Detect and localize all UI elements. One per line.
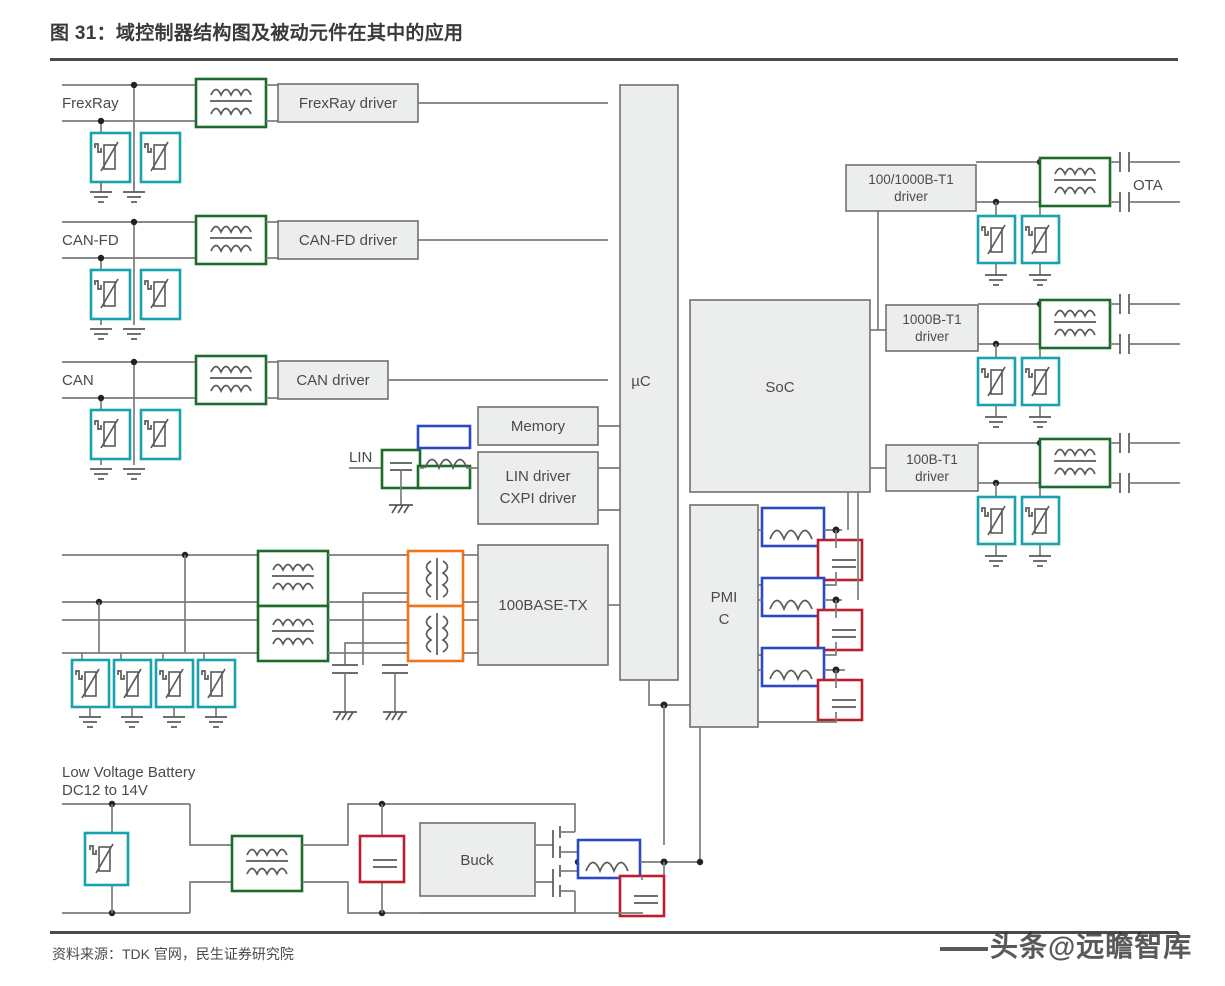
block-label-canfd-driver: CAN-FD driver [299,232,397,249]
block-mcu-group: µC [619,84,690,845]
block-label-buck: Buck [460,852,494,869]
block-label-mcu: µC [631,373,651,390]
block-label-can-driver: CAN driver [296,372,369,389]
common-mode-choke-box [256,604,330,663]
block-label-100bt1-line2: driver [915,469,949,484]
capacitor-box [358,834,406,884]
block-label-memory: Memory [511,418,566,435]
link-100bt1: 100B-T1 driver [885,433,1180,567]
inductor-box-empty [416,424,472,450]
block-label-cxpi-driver: CXPI driver [500,490,577,507]
block-pmic-group: PMI C [689,492,864,728]
block-label-lin-driver: LIN driver [505,468,570,485]
pulse-transformer-box [406,549,465,608]
block-label-frexray-driver: FrexRay driver [299,95,397,112]
bus-label-frexray: FrexRay [62,95,119,112]
bus-label-lin: LIN [349,449,372,466]
block-label-1000bt1-line2: driver [915,329,949,344]
common-mode-choke-box [194,354,268,406]
power-inductor-box [760,646,826,688]
choke-box-empty [416,464,472,490]
common-mode-choke-box [194,77,268,129]
common-mode-choke-box [256,549,330,608]
bus-frexray: FrexRay FrexRay driver [62,77,608,203]
block-label-100bt1-line1: 100B-T1 [906,452,958,467]
figure-page: 图 31：域控制器结构图及被动元件在其中的应用 资料来源：TDK 官网，民生证券… [0,0,1225,986]
power-inductor-box [760,576,826,618]
block-soc-group: SoC [689,189,886,493]
block-soc [689,299,871,493]
link-100-1000bt1: 100/1000B-T1 driver OTA [845,152,1180,286]
common-mode-choke-box [1038,156,1112,208]
link-1000bt1: 1000B-T1 driver [885,294,1180,428]
block-label-soc: SoC [765,379,794,396]
domain-controller-schematic: FrexRay FrexRay driver CAN-FD CAN-FD dri… [62,77,1180,918]
battery-label-line1: Low Voltage Battery [62,764,196,781]
bus-100base-tx: 100BASE-TX [62,544,620,728]
power-inductor-box [760,506,826,548]
common-mode-choke-box [194,214,268,266]
block-label-100-1000bt1-line2: driver [894,189,928,204]
battery-label-line2: DC12 to 14V [62,782,148,799]
block-label-100-1000bt1-line1: 100/1000B-T1 [868,172,954,187]
bus-label-can: CAN [62,372,94,389]
power-inductor-box [576,838,642,880]
common-mode-choke-box [230,834,304,893]
common-mode-choke-box [1038,298,1112,350]
bus-canfd: CAN-FD CAN-FD driver [62,214,608,340]
common-mode-choke-box [1038,437,1112,489]
block-label-1000bt1-line1: 1000B-T1 [902,312,961,327]
block-label-100base-tx: 100BASE-TX [498,597,587,614]
power-supply-section: Low Voltage Battery DC12 to 14V Buck [62,727,704,918]
block-label-pmic-line2: C [719,611,730,628]
block-memory-group: Memory [477,406,620,446]
bus-label-ota: OTA [1133,177,1163,194]
block-label-pmic-line1: PMI [711,589,738,606]
block-lin-cxpi-driver [477,451,599,525]
bus-label-canfd: CAN-FD [62,232,119,249]
pulse-transformer-box [406,604,465,663]
